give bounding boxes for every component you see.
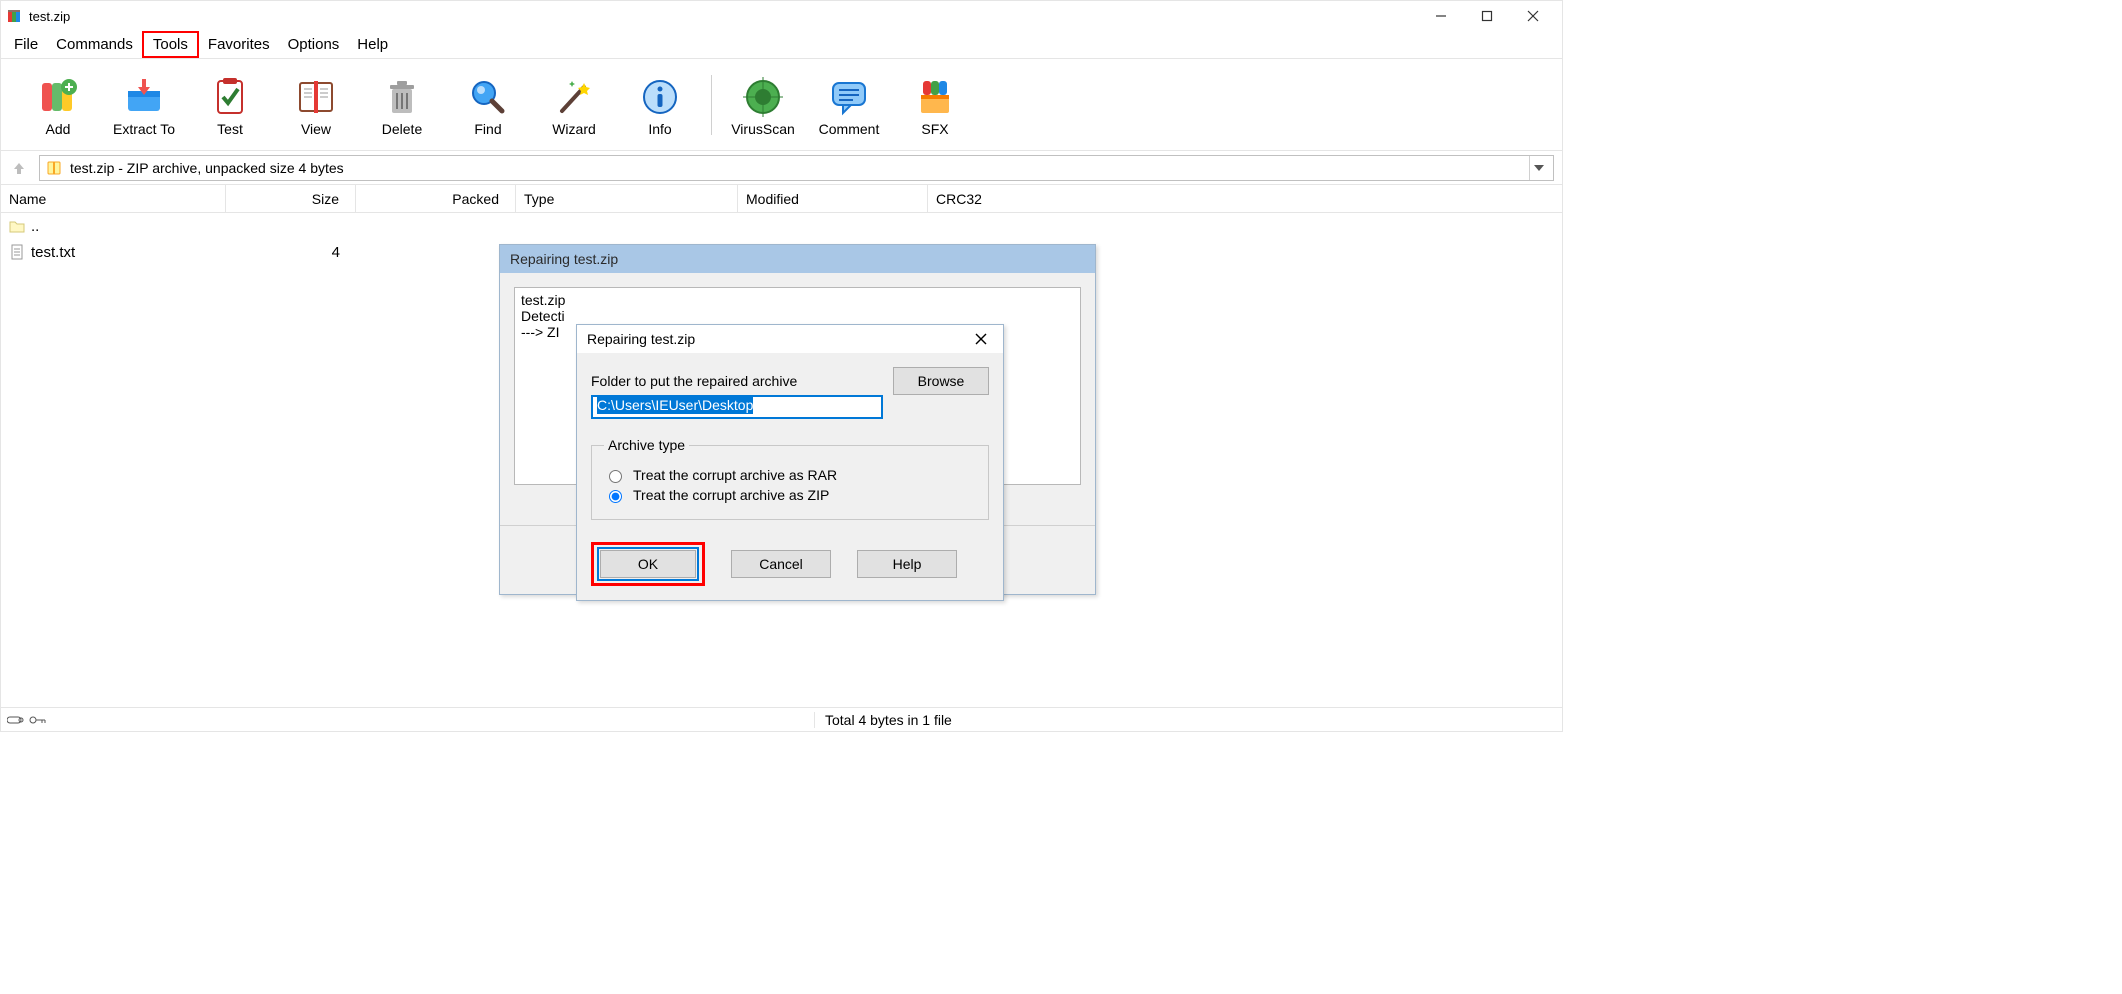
toolbar-label: Add xyxy=(46,121,71,137)
folder-path-value: C:\Users\IEUser\Desktop xyxy=(597,396,753,414)
window-maximize-button[interactable] xyxy=(1464,1,1510,31)
dialog-close-button[interactable] xyxy=(969,327,993,351)
window-title: test.zip xyxy=(29,9,70,24)
radio-rar[interactable]: Treat the corrupt archive as RAR xyxy=(604,467,976,483)
ok-highlight: OK xyxy=(591,542,705,586)
toolbar-label: View xyxy=(301,121,331,137)
file-row-parent[interactable]: .. xyxy=(1,213,1562,239)
titlebar: test.zip xyxy=(1,1,1562,31)
col-header-modified[interactable]: Modified xyxy=(738,185,928,212)
toolbar: Add Extract To Test xyxy=(1,59,1562,151)
ok-button[interactable]: OK xyxy=(600,550,696,578)
status-summary: Total 4 bytes in 1 file xyxy=(814,712,952,728)
toolbar-label: Comment xyxy=(819,121,880,137)
comment-icon xyxy=(825,73,873,121)
toolbar-label: Wizard xyxy=(552,121,596,137)
toolbar-sfx-button[interactable]: SFX xyxy=(892,73,978,137)
toolbar-delete-button[interactable]: Delete xyxy=(359,73,445,137)
toolbar-add-button[interactable]: Add xyxy=(15,73,101,137)
toolbar-comment-button[interactable]: Comment xyxy=(806,73,892,137)
toolbar-separator xyxy=(711,75,712,135)
dialog-title-text: Repairing test.zip xyxy=(510,251,618,267)
column-headers: Name Size Packed Type Modified CRC32 xyxy=(1,185,1562,213)
col-header-crc32[interactable]: CRC32 xyxy=(928,185,1562,212)
cancel-button[interactable]: Cancel xyxy=(731,550,831,578)
toolbar-info-button[interactable]: Info xyxy=(617,73,703,137)
archive-type-legend: Archive type xyxy=(604,437,689,453)
repair-options-dialog: Repairing test.zip Folder to put the rep… xyxy=(576,324,1004,601)
winrar-app-icon xyxy=(7,8,23,24)
file-name: .. xyxy=(31,218,39,235)
browse-button[interactable]: Browse xyxy=(893,367,989,395)
key-icon xyxy=(29,715,47,725)
extract-icon xyxy=(120,73,168,121)
file-name: test.txt xyxy=(31,244,75,261)
path-dropdown-button[interactable] xyxy=(1529,156,1547,180)
dialog-title-text: Repairing test.zip xyxy=(587,331,695,347)
menubar: File Commands Tools Favorites Options He… xyxy=(1,31,1562,59)
toolbar-label: Find xyxy=(474,121,501,137)
window-close-button[interactable] xyxy=(1510,1,1556,31)
text-file-icon xyxy=(9,244,25,260)
virusscan-icon xyxy=(739,73,787,121)
file-size: 4 xyxy=(226,244,356,261)
info-icon xyxy=(636,73,684,121)
path-row: test.zip - ZIP archive, unpacked size 4 … xyxy=(1,151,1562,185)
menu-favorites[interactable]: Favorites xyxy=(199,33,279,56)
disk-icon xyxy=(7,715,25,725)
delete-icon xyxy=(378,73,426,121)
archive-icon xyxy=(46,160,62,176)
toolbar-label: Extract To xyxy=(113,121,175,137)
statusbar: Total 4 bytes in 1 file xyxy=(1,707,1562,731)
path-text: test.zip - ZIP archive, unpacked size 4 … xyxy=(70,160,344,176)
sfx-icon xyxy=(911,73,959,121)
find-icon xyxy=(464,73,512,121)
help-button[interactable]: Help xyxy=(857,550,957,578)
col-header-type[interactable]: Type xyxy=(516,185,738,212)
menu-file[interactable]: File xyxy=(5,33,47,56)
radio-rar-input[interactable] xyxy=(609,470,622,483)
toolbar-label: Delete xyxy=(382,121,422,137)
radio-zip-label: Treat the corrupt archive as ZIP xyxy=(633,487,829,503)
toolbar-extract-button[interactable]: Extract To xyxy=(101,73,187,137)
toolbar-label: VirusScan xyxy=(731,121,795,137)
window-minimize-button[interactable] xyxy=(1418,1,1464,31)
menu-options[interactable]: Options xyxy=(279,33,349,56)
view-icon xyxy=(292,73,340,121)
col-header-name[interactable]: Name xyxy=(1,185,226,212)
path-bar[interactable]: test.zip - ZIP archive, unpacked size 4 … xyxy=(39,155,1554,181)
toolbar-wizard-button[interactable]: Wizard xyxy=(531,73,617,137)
toolbar-find-button[interactable]: Find xyxy=(445,73,531,137)
radio-zip[interactable]: Treat the corrupt archive as ZIP xyxy=(604,487,976,503)
radio-zip-input[interactable] xyxy=(609,490,622,503)
toolbar-test-button[interactable]: Test xyxy=(187,73,273,137)
folder-up-icon xyxy=(9,218,25,234)
toolbar-label: Test xyxy=(217,121,243,137)
folder-path-input[interactable]: C:\Users\IEUser\Desktop xyxy=(591,395,883,419)
winrar-main-window: test.zip File Commands Tools Favorites O… xyxy=(0,0,1563,732)
menu-commands[interactable]: Commands xyxy=(47,33,142,56)
wizard-icon xyxy=(550,73,598,121)
toolbar-view-button[interactable]: View xyxy=(273,73,359,137)
archive-add-icon xyxy=(34,73,82,121)
toolbar-label: Info xyxy=(648,121,671,137)
col-header-packed[interactable]: Packed xyxy=(356,185,516,212)
menu-help[interactable]: Help xyxy=(348,33,397,56)
toolbar-virusscan-button[interactable]: VirusScan xyxy=(720,73,806,137)
test-icon xyxy=(206,73,254,121)
menu-tools[interactable]: Tools xyxy=(142,31,199,58)
nav-up-button[interactable] xyxy=(9,158,29,178)
dialog-title: Repairing test.zip xyxy=(500,245,1095,273)
radio-rar-label: Treat the corrupt archive as RAR xyxy=(633,467,837,483)
toolbar-label: SFX xyxy=(921,121,948,137)
col-header-size[interactable]: Size xyxy=(226,185,356,212)
folder-label: Folder to put the repaired archive xyxy=(591,373,883,389)
